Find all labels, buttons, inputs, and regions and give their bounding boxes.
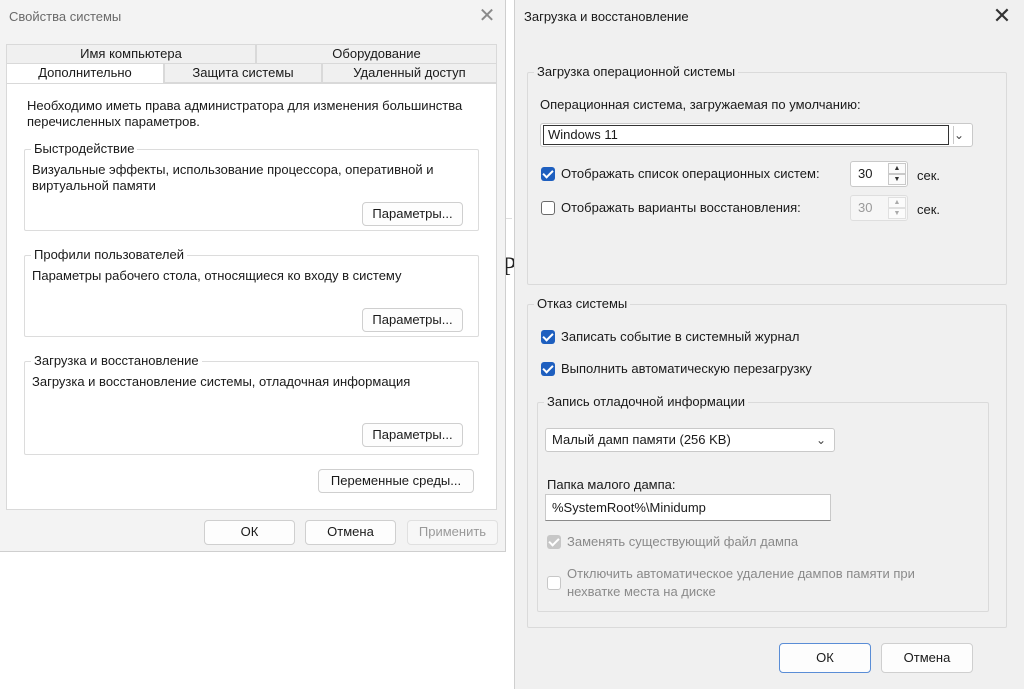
checkbox-unchecked-icon[interactable] [541,201,555,215]
spin-up-icon[interactable]: ▲ [888,163,906,174]
seconds-unit: сек. [917,202,941,217]
window-title: Свойства системы [9,9,122,24]
chevron-down-icon: ⌄ [815,433,826,447]
spin-down-icon: ▼ [888,208,906,219]
startup-recovery-window: Загрузка и восстановление ✕ Загрузка опе… [514,0,1024,689]
tab-row-top: Имя компьютера Оборудование [6,44,497,64]
system-failure-legend: Отказ системы [534,296,631,312]
system-properties-window: Свойства системы ✕ Имя компьютера Оборуд… [0,0,506,552]
titlebar: Загрузка и восстановление ✕ [515,0,1024,34]
user-profiles-description: Параметры рабочего стола, относящиеся ко… [32,268,402,283]
checkbox-checked-disabled-icon [547,535,561,549]
titlebar: Свойства системы ✕ [0,0,505,34]
performance-group: Быстродействие Визуальные эффекты, испол… [24,141,479,231]
close-icon[interactable]: ✕ [476,5,498,27]
tab-row-bottom: Дополнительно Защита системы Удаленный д… [6,63,497,84]
show-recovery-seconds-spinner: 30 ▲ ▼ [850,195,908,221]
os-startup-legend: Загрузка операционной системы [534,64,739,80]
show-os-list-checkbox[interactable]: Отображать список операционных систем: [541,166,851,184]
ok-button[interactable]: ОК [779,643,871,673]
dump-type-value: Малый дамп памяти (256 KB) [552,432,731,447]
disable-auto-delete-label-line2: нехватке места на диске [567,584,716,599]
dump-dir-label: Папка малого дампа: [547,477,676,492]
checkbox-checked-icon[interactable] [541,330,555,344]
user-profiles-group: Профили пользователей Параметры рабочего… [24,247,479,337]
performance-description: Визуальные эффекты, использование процес… [32,162,434,193]
startup-recovery-legend: Загрузка и восстановление [31,353,202,369]
write-event-checkbox[interactable]: Записать событие в системный журнал [541,329,861,347]
user-profiles-legend: Профили пользователей [31,247,187,263]
performance-settings-button[interactable]: Параметры... [362,202,463,226]
tab-computer-name[interactable]: Имя компьютера [6,44,256,64]
tab-advanced[interactable]: Дополнительно [6,63,164,84]
disable-auto-delete-label-line1: Отключить автоматическое удаление дампов… [567,566,915,581]
tab-system-protection[interactable]: Защита системы [164,63,322,83]
overwrite-dump-checkbox: Заменять существующий файл дампа [547,534,847,552]
advanced-tab-panel: Необходимо иметь права администратора дл… [6,83,497,510]
show-os-list-label: Отображать список операционных систем: [561,166,820,181]
default-os-value: Windows 11 [543,125,949,145]
show-recovery-options-checkbox[interactable]: Отображать варианты восстановления: [541,200,851,218]
auto-restart-checkbox[interactable]: Выполнить автоматическую перезагрузку [541,361,861,379]
startup-recovery-settings-button[interactable]: Параметры... [362,423,463,447]
checkbox-checked-icon[interactable] [541,167,555,181]
checkbox-checked-icon[interactable] [541,362,555,376]
default-os-label: Операционная система, загружаемая по умо… [540,97,861,112]
dump-dir-input[interactable]: %SystemRoot%\Minidump [545,494,831,521]
environment-variables-button[interactable]: Переменные среды... [318,469,474,493]
disable-auto-delete-checkbox: Отключить автоматическое удаление дампов… [547,566,967,602]
checkbox-unchecked-disabled-icon [547,576,561,590]
show-recovery-options-label: Отображать варианты восстановления: [561,200,801,215]
chevron-down-icon: ⌄ [953,128,964,142]
spinner-value[interactable]: 30 [858,166,872,182]
tab-hardware[interactable]: Оборудование [256,44,497,64]
tab-remote[interactable]: Удаленный доступ [322,63,497,83]
auto-restart-label: Выполнить автоматическую перезагрузку [561,361,812,376]
apply-button[interactable]: Применить [407,520,498,545]
default-os-select[interactable]: Windows 11 ⌄ [540,123,973,147]
show-os-list-seconds-spinner[interactable]: 30 ▲ ▼ [850,161,908,187]
debug-info-legend: Запись отладочной информации [544,394,749,410]
dump-type-select[interactable]: Малый дамп памяти (256 KB) ⌄ [545,428,835,452]
spin-up-icon: ▲ [888,197,906,208]
user-profiles-settings-button[interactable]: Параметры... [362,308,463,332]
cancel-button[interactable]: Отмена [881,643,973,673]
startup-recovery-group: Загрузка и восстановление Загрузка и вос… [24,353,479,455]
cancel-button[interactable]: Отмена [305,520,396,545]
startup-recovery-description: Загрузка и восстановление системы, отлад… [32,374,411,389]
spinner-value: 30 [858,200,873,215]
os-startup-group: Загрузка операционной системы Операционн… [527,64,1007,285]
ok-button[interactable]: ОК [204,520,295,545]
spin-down-icon[interactable]: ▼ [888,174,906,185]
admin-notice: Необходимо иметь права администратора дл… [27,98,463,129]
write-event-label: Записать событие в системный журнал [561,329,800,344]
window-title: Загрузка и восстановление [524,9,689,24]
performance-legend: Быстродействие [31,141,138,157]
seconds-unit: сек. [917,168,941,183]
overwrite-dump-label: Заменять существующий файл дампа [567,534,799,549]
close-icon[interactable]: ✕ [991,5,1013,27]
